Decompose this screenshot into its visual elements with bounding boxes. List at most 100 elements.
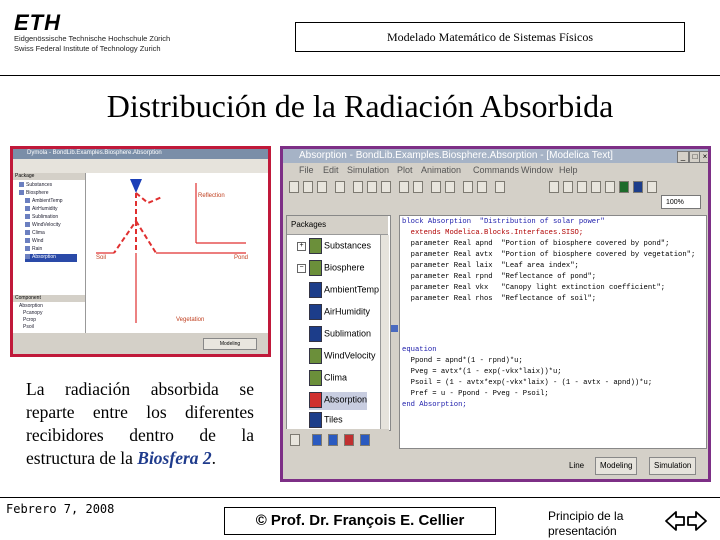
polygon-tool-icon[interactable] bbox=[605, 181, 615, 193]
modelica-window-title-bar: Absorption - BondLib.Examples.Biosphere.… bbox=[283, 149, 708, 163]
ellipse-tool-icon[interactable] bbox=[591, 181, 601, 193]
package-item-windvelocity[interactable]: WindVelocity bbox=[309, 348, 376, 366]
absorption-diagram: Reflection Soil Pond Vegetation bbox=[96, 179, 248, 323]
redo-icon[interactable] bbox=[413, 181, 423, 193]
library-header: Package bbox=[13, 173, 85, 180]
diagram-view-icon[interactable] bbox=[647, 181, 657, 193]
model-icon bbox=[309, 370, 322, 386]
text-view-icon[interactable] bbox=[633, 181, 643, 193]
graph-icon[interactable] bbox=[495, 181, 505, 193]
model-icon bbox=[25, 214, 30, 220]
line-tool-icon[interactable] bbox=[563, 181, 573, 193]
library-item[interactable]: Biosphere bbox=[19, 190, 49, 198]
code-line: Pveg = avtx*(1 - exp(-vkx*laix))*u; bbox=[402, 368, 562, 376]
package-item-airhumidity[interactable]: AirHumidity bbox=[309, 304, 370, 322]
package-item-clima[interactable]: Clima bbox=[309, 370, 347, 388]
menu-edit[interactable]: Edit bbox=[323, 165, 339, 175]
header-divider bbox=[0, 75, 720, 76]
modeling-mode-button[interactable]: Modeling bbox=[203, 338, 257, 350]
code-line: parameter Real rpnd "Reflectance of pond… bbox=[402, 273, 597, 281]
library-item-selected[interactable]: Absorption bbox=[25, 254, 77, 262]
editor-gutter bbox=[391, 215, 399, 447]
save-icon[interactable] bbox=[317, 181, 327, 193]
open-file-icon[interactable] bbox=[303, 181, 313, 193]
tab-modeling[interactable]: Modeling bbox=[595, 457, 638, 475]
model-icon bbox=[25, 222, 30, 228]
modelica-code-editor[interactable]: block Absorption "Distribution of solar … bbox=[399, 215, 707, 449]
arrow-up-icon[interactable] bbox=[312, 434, 322, 446]
footer-divider bbox=[0, 497, 720, 498]
new-file-icon[interactable] bbox=[289, 181, 299, 193]
package-item-ambienttemp[interactable]: AmbientTemp bbox=[309, 282, 379, 300]
library-item[interactable]: Substances bbox=[19, 182, 52, 190]
dymola-library-browser: Package Substances Biosphere AmbientTemp… bbox=[13, 173, 86, 333]
library-item[interactable]: Rain bbox=[25, 246, 42, 254]
menu-commands[interactable]: Commands bbox=[473, 165, 519, 175]
rectangle-tool-icon[interactable] bbox=[577, 181, 587, 193]
package-icon bbox=[19, 190, 24, 196]
zoom-select[interactable]: 100% bbox=[661, 195, 701, 209]
model-icon bbox=[309, 348, 322, 364]
grid-icon[interactable] bbox=[290, 434, 300, 446]
model-icon bbox=[25, 230, 30, 236]
back-forward-arrows-icon[interactable] bbox=[664, 509, 708, 533]
menu-help[interactable]: Help bbox=[559, 165, 578, 175]
package-item-absorption-selected[interactable]: Absorption bbox=[309, 392, 368, 410]
code-line: Psoil = (1 - avtx*exp(-vkx*laix) - (1 - … bbox=[402, 379, 653, 387]
package-item-substances[interactable]: + Substances bbox=[297, 238, 371, 256]
close-icon[interactable]: × bbox=[699, 151, 708, 163]
search-icon[interactable] bbox=[431, 181, 441, 193]
copy-icon[interactable] bbox=[367, 181, 377, 193]
menu-file[interactable]: File bbox=[299, 165, 314, 175]
label-reflected: Reflection bbox=[198, 193, 225, 199]
collapse-icon[interactable]: − bbox=[297, 263, 306, 273]
package-browser-scrollbar[interactable] bbox=[380, 235, 389, 430]
start-of-presentation-link[interactable]: Principio de la presentación bbox=[548, 509, 638, 539]
model-icon bbox=[309, 392, 322, 408]
package-item-sublimation[interactable]: Sublimation bbox=[309, 326, 371, 344]
package-item-tiles[interactable]: Tiles bbox=[309, 412, 343, 430]
stop-icon[interactable] bbox=[477, 181, 487, 193]
undo-icon[interactable] bbox=[399, 181, 409, 193]
code-line: Ppond = apnd*(1 - rpnd)*u; bbox=[402, 357, 523, 365]
menu-window[interactable]: Window bbox=[521, 165, 553, 175]
line-indicator: Line bbox=[569, 461, 585, 470]
expand-icon[interactable]: + bbox=[297, 241, 306, 251]
tab-simulation[interactable]: Simulation bbox=[649, 457, 697, 475]
library-item[interactable]: WindVelocity bbox=[25, 222, 61, 230]
menu-simulation[interactable]: Simulation bbox=[347, 165, 389, 175]
main-toolbar bbox=[283, 179, 708, 195]
label-pond: Pond bbox=[234, 255, 248, 261]
absorbed-connections bbox=[96, 252, 246, 323]
library-item[interactable]: AirHumidity bbox=[25, 206, 58, 214]
library-item[interactable]: Clima bbox=[25, 230, 45, 238]
footer-author: © Prof. Dr. François E. Cellier bbox=[224, 507, 496, 535]
menu-animation[interactable]: Animation bbox=[421, 165, 461, 175]
minimize-icon[interactable]: _ bbox=[677, 151, 689, 163]
info-icon[interactable] bbox=[619, 181, 629, 193]
fold-marker-icon[interactable] bbox=[391, 325, 398, 332]
package-item-biosphere[interactable]: − Biosphere bbox=[297, 260, 365, 278]
reflected-connection bbox=[195, 183, 246, 244]
code-line: block Absorption "Distribution of solar … bbox=[402, 218, 605, 226]
library-item[interactable]: Sublimation bbox=[25, 214, 58, 222]
library-item[interactable]: AmbientTemp bbox=[25, 198, 63, 206]
paste-icon[interactable] bbox=[381, 181, 391, 193]
library-item[interactable]: Wind bbox=[25, 238, 43, 246]
arrow-down-icon[interactable] bbox=[328, 434, 338, 446]
component-item[interactable]: Psoil bbox=[23, 324, 34, 332]
code-line: extends Modelica.Blocks.Interfaces.SISO; bbox=[402, 229, 584, 237]
component-icon[interactable] bbox=[360, 434, 370, 446]
course-title-box: Modelado Matemático de Sistemas Físicos bbox=[295, 22, 685, 52]
connector-icon[interactable] bbox=[344, 434, 354, 446]
check-icon[interactable] bbox=[445, 181, 455, 193]
menu-plot[interactable]: Plot bbox=[397, 165, 413, 175]
dymola-diagram-canvas[interactable]: Reflection Soil Pond Vegetation bbox=[86, 173, 268, 333]
simulate-icon[interactable] bbox=[463, 181, 473, 193]
dymola-status-bar: Modeling bbox=[13, 334, 268, 354]
model-icon bbox=[25, 198, 30, 204]
cut-icon[interactable] bbox=[353, 181, 363, 193]
model-icon bbox=[309, 304, 322, 320]
print-icon[interactable] bbox=[335, 181, 345, 193]
arrow-tool-icon[interactable] bbox=[549, 181, 559, 193]
